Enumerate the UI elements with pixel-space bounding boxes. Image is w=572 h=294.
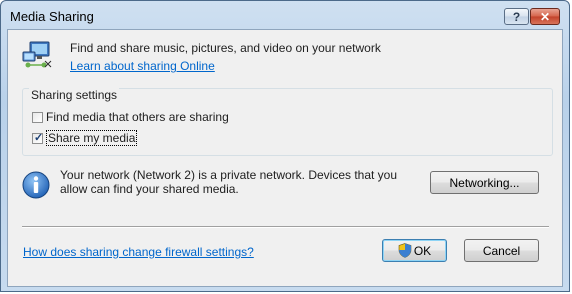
shield-icon — [398, 243, 412, 258]
sharing-settings-group: Sharing settings Find media that others … — [22, 88, 553, 156]
media-sharing-dialog: Media Sharing ? ✕ Find and share music, … — [0, 0, 570, 292]
close-button[interactable]: ✕ — [530, 8, 560, 25]
cancel-button[interactable]: Cancel — [464, 239, 539, 262]
cancel-button-label: Cancel — [482, 243, 521, 258]
ok-button-label: OK — [413, 243, 432, 258]
firewall-settings-link[interactable]: How does sharing change firewall setting… — [23, 245, 254, 259]
media-network-icon — [22, 41, 52, 68]
ok-button[interactable]: OK — [382, 239, 447, 262]
title-bar[interactable]: Media Sharing ? ✕ — [1, 1, 569, 29]
help-icon: ? — [512, 9, 521, 24]
help-button[interactable]: ? — [504, 8, 529, 25]
group-title: Sharing settings — [29, 88, 120, 102]
find-media-option[interactable]: Find media that others are sharing — [32, 110, 229, 124]
dialog-body: Find and share music, pictures, and vide… — [7, 29, 563, 287]
network-info-text: Your network (Network 2) is a private ne… — [60, 168, 398, 196]
separator — [22, 226, 549, 228]
share-media-option[interactable]: ✓ Share my media — [32, 130, 138, 146]
close-icon: ✕ — [539, 9, 551, 24]
info-icon — [22, 171, 50, 199]
intro-text: Find and share music, pictures, and vide… — [70, 41, 381, 55]
find-media-label: Find media that others are sharing — [46, 110, 229, 124]
window-title: Media Sharing — [10, 9, 94, 24]
find-media-checkbox[interactable] — [32, 111, 43, 123]
learn-sharing-link[interactable]: Learn about sharing Online — [70, 59, 215, 73]
networking-button-label: Networking... — [449, 175, 520, 190]
networking-button[interactable]: Networking... — [430, 171, 539, 194]
share-media-label: Share my media — [46, 130, 138, 146]
checkmark-icon: ✓ — [34, 131, 44, 144]
share-media-checkbox[interactable]: ✓ — [32, 131, 44, 144]
